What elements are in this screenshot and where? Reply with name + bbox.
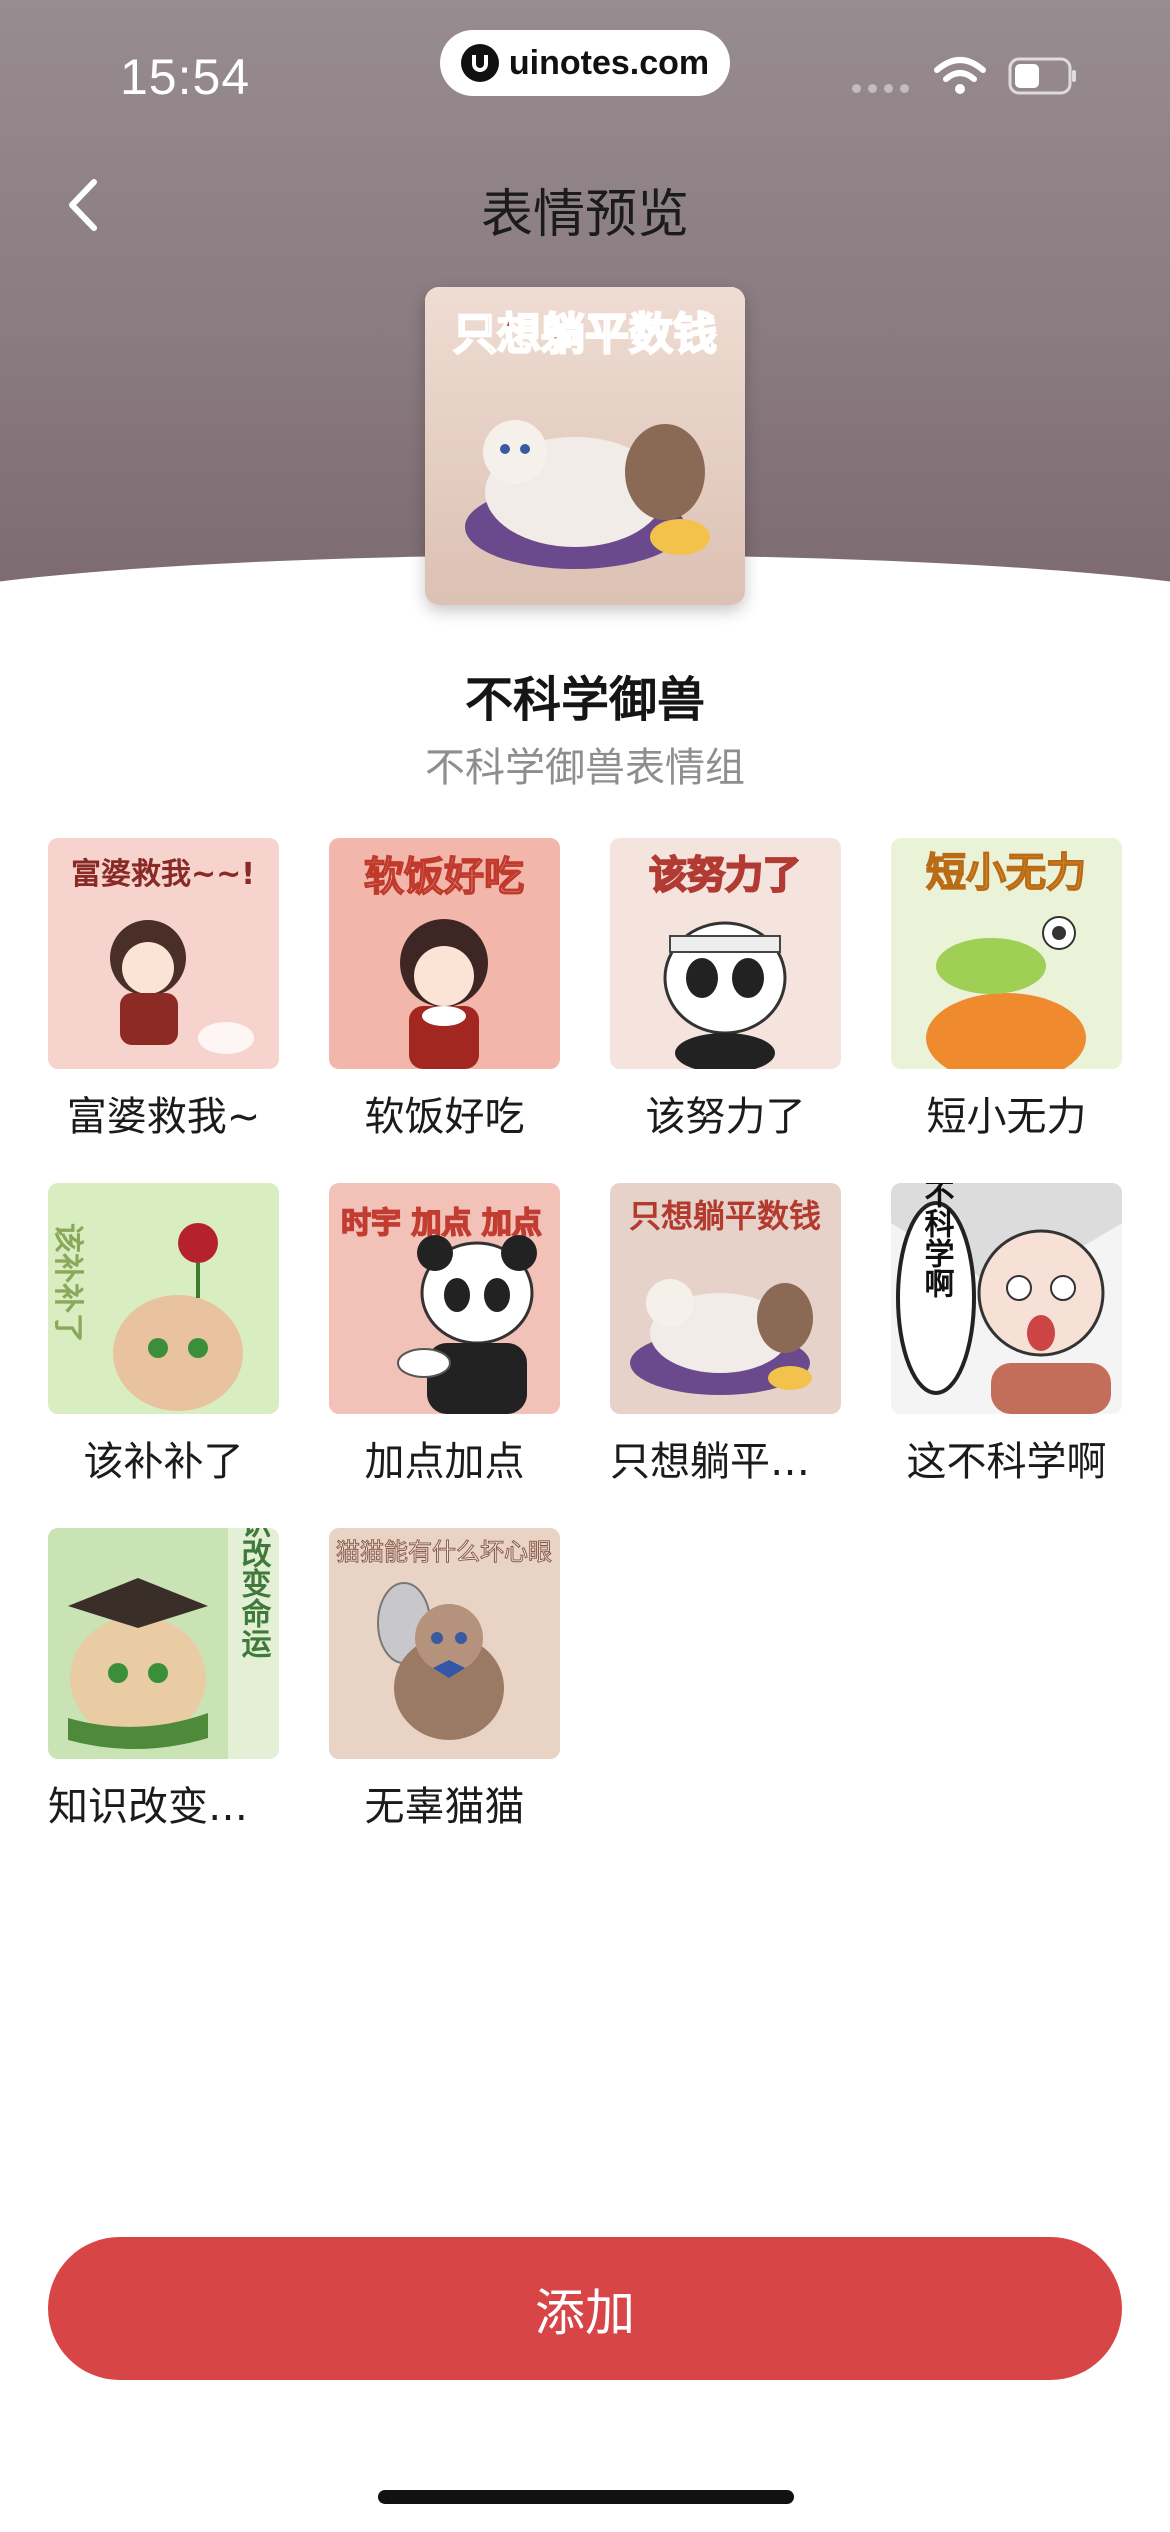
sticker-label: 软饭好吃	[364, 1094, 525, 1140]
sticker-art-text: 软饭好吃	[364, 854, 524, 900]
sticker-label: 该补补了	[83, 1439, 244, 1485]
status-time: 15:54	[120, 49, 251, 105]
sticker-art-text: 富婆救我~~!	[71, 857, 255, 892]
sticker-thumbnail: 软饭好吃	[329, 838, 560, 1069]
sticker-label: 短小无力	[926, 1094, 1087, 1140]
pack-name: 不科学御兽	[464, 672, 705, 728]
sticker-item[interactable]: 该努力了 该努力了	[610, 838, 841, 1143]
sticker-thumbnail: 富婆救我~~!	[48, 838, 279, 1069]
sticker-thumbnail: 知识改变命运	[48, 1528, 279, 1759]
sticker-label: 该努力了	[645, 1094, 806, 1140]
sticker-item[interactable]: 知识改变命运 知识改变命运	[48, 1528, 279, 1833]
sticker-item[interactable]: 富婆救我~~! 富婆救我~	[48, 838, 279, 1143]
sticker-thumbnail: 时宇 加点 加点	[329, 1183, 560, 1414]
sticker-label: 无辜猫猫	[364, 1784, 525, 1830]
sticker-thumbnail: 该努力了	[610, 838, 841, 1069]
wifi-icon	[934, 57, 986, 94]
sticker-thumbnail: 猫猫能有什么坏心眼	[329, 1528, 560, 1759]
cover-art-text: 只想躺平数钱	[453, 309, 717, 360]
sticker-label: 只想躺平数钱	[610, 1439, 841, 1485]
sticker-art-text: 短小无力	[926, 850, 1086, 896]
page-title: 表情预览	[480, 185, 689, 245]
add-button[interactable]: 添加	[48, 2237, 1122, 2380]
sticker-art-text: 知识改变命运	[236, 1528, 272, 1659]
sticker-thumbnail: 短小无力	[891, 838, 1122, 1069]
sticker-item[interactable]: 软饭好吃 软饭好吃	[329, 838, 560, 1143]
sticker-item[interactable]: 这不科学啊 这不科学啊	[891, 1183, 1122, 1488]
sticker-item[interactable]: 猫猫能有什么坏心眼 无辜猫猫	[329, 1528, 560, 1833]
sticker-label: 知识改变命运	[48, 1784, 279, 1830]
sticker-item[interactable]: 时宇 加点 加点 加点加点	[329, 1183, 560, 1488]
sticker-art-text: 这不科学啊	[919, 1183, 955, 1298]
sticker-label: 这不科学啊	[906, 1439, 1107, 1485]
sticker-thumbnail: 这不科学啊	[891, 1183, 1122, 1414]
sticker-item[interactable]: 该补补了 该补补了	[48, 1183, 279, 1488]
url-pill[interactable]: uinotes.com	[440, 30, 730, 96]
home-indicator	[378, 2490, 794, 2504]
sticker-art-text: 只想躺平数钱	[629, 1197, 821, 1235]
cellular-signal-icon	[852, 84, 909, 93]
sticker-label: 加点加点	[364, 1439, 525, 1485]
battery-icon	[1008, 57, 1076, 95]
sticker-item[interactable]: 只想躺平数钱 只想躺平数钱	[610, 1183, 841, 1488]
sticker-label: 富婆救我~	[66, 1094, 261, 1140]
sticker-thumbnail: 该补补了	[48, 1183, 279, 1414]
sticker-art-text: 该努力了	[649, 853, 801, 897]
pack-description: 不科学御兽表情组	[425, 745, 745, 791]
url-text: uinotes.com	[508, 43, 710, 82]
pack-cover-image: 只想躺平数钱	[425, 287, 745, 605]
sticker-art-text: 该补补了	[50, 1223, 85, 1343]
sticker-art-text: 猫猫能有什么坏心眼	[336, 1538, 552, 1566]
sticker-art-text: 时宇 加点 加点	[341, 1206, 542, 1241]
uinotes-logo-icon	[460, 44, 499, 82]
sticker-grid: 富婆救我~~! 富婆救我~ 软饭好吃 软饭好吃 该努力了 该努力了 短小无力 短…	[48, 838, 1128, 1833]
sticker-item[interactable]: 短小无力 短小无力	[891, 838, 1122, 1143]
sticker-thumbnail: 只想躺平数钱	[610, 1183, 841, 1414]
